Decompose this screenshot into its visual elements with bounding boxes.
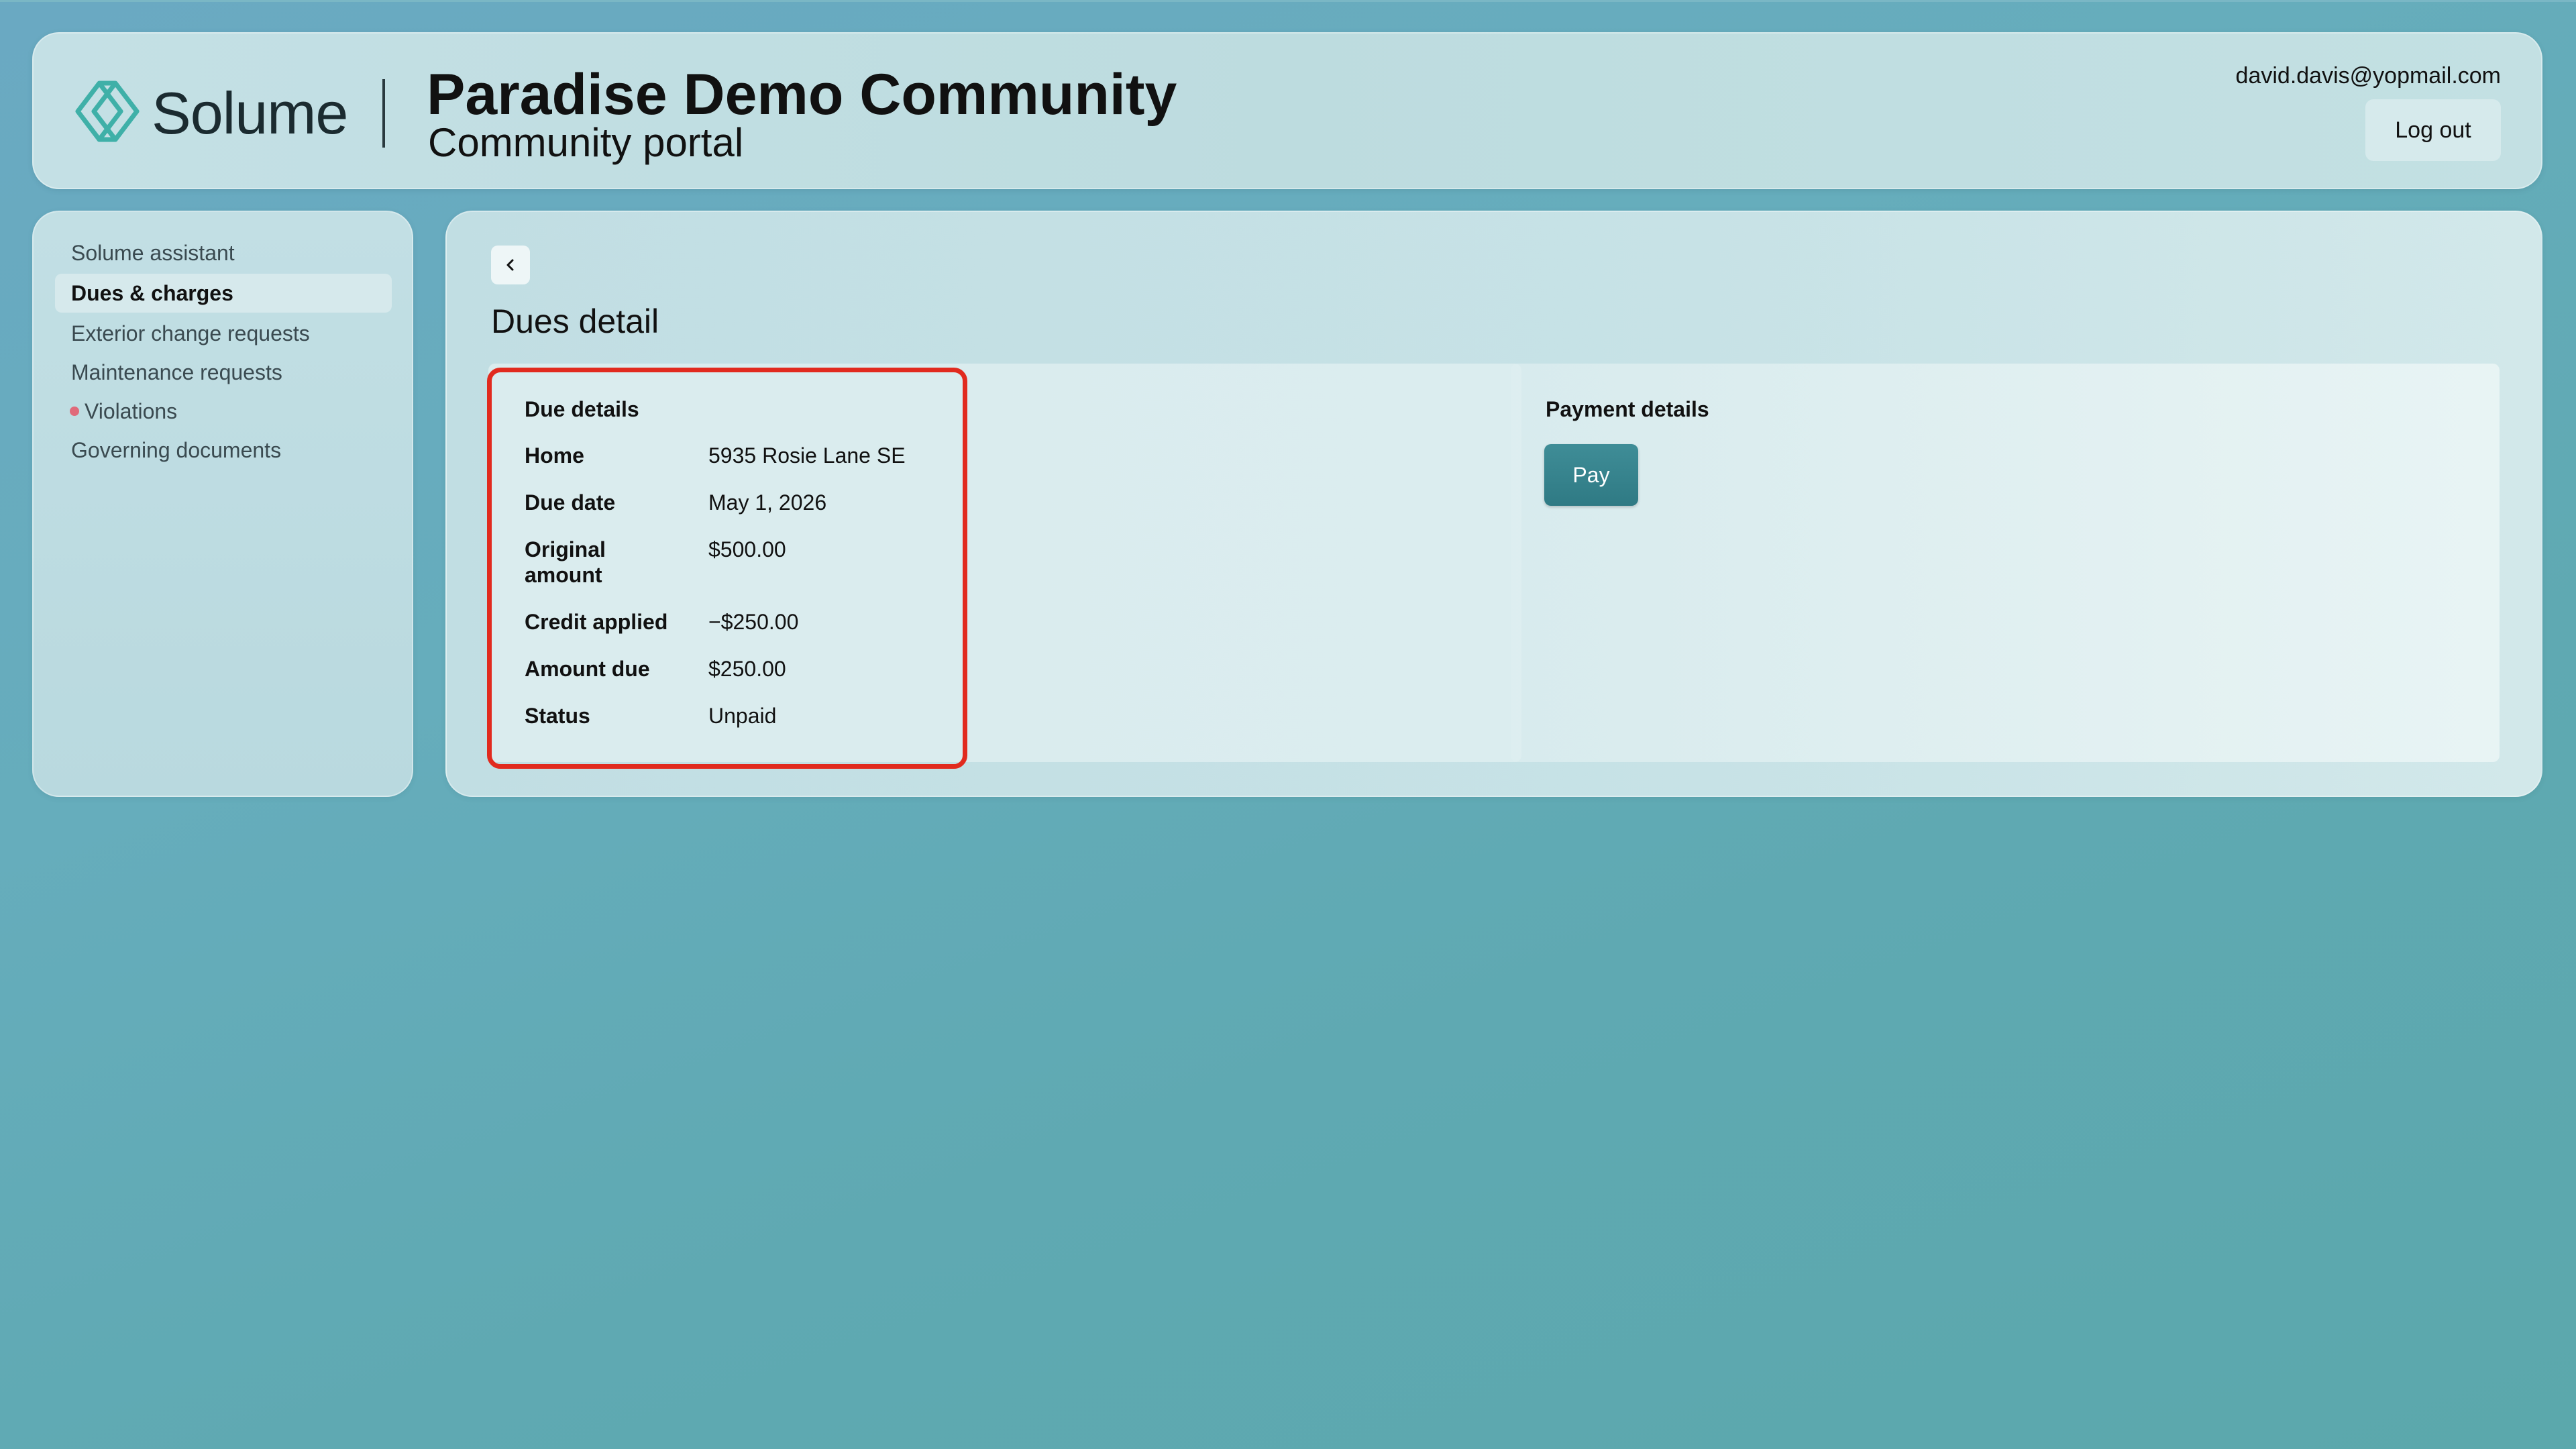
sidebar-item-solume-assistant[interactable]: Solume assistant — [55, 233, 392, 272]
window-top-strip — [0, 0, 2576, 2]
page-title: Dues detail — [491, 303, 659, 340]
sidebar-item-label: Governing documents — [71, 437, 282, 462]
community-title: Paradise Demo Community — [427, 62, 1177, 127]
chevron-left-icon — [506, 259, 514, 271]
sidebar-item-maintenance-requests[interactable]: Maintenance requests — [55, 353, 392, 392]
sidebar-item-label: Maintenance requests — [71, 360, 282, 384]
sidebar-item-violations[interactable]: Violations — [55, 392, 392, 431]
sidebar-item-label: Exterior change requests — [71, 321, 310, 345]
user-email: david.davis@yopmail.com — [2235, 63, 2501, 89]
header-divider — [382, 79, 385, 148]
sidebar-item-label: Dues & charges — [71, 280, 233, 305]
due-details-highlight — [487, 368, 967, 769]
brand-name: Solume — [152, 80, 348, 146]
sidebar-item-governing-documents[interactable]: Governing documents — [55, 431, 392, 470]
portal-subtitle: Community portal — [428, 120, 744, 165]
solume-logo-icon — [75, 80, 140, 142]
logout-button[interactable]: Log out — [2365, 99, 2501, 161]
app-header: Solume Paradise Demo Community Community… — [32, 32, 2542, 189]
sidebar-item-exterior-change-requests[interactable]: Exterior change requests — [55, 314, 392, 353]
payment-details-card — [1511, 364, 2500, 762]
main-panel: Dues detail Due details Home 5935 Rosie … — [445, 211, 2542, 797]
back-button[interactable] — [491, 246, 530, 284]
sidebar-item-label: Solume assistant — [71, 240, 235, 265]
payment-details-heading: Payment details — [1546, 397, 1709, 421]
pay-button[interactable]: Pay — [1544, 444, 1638, 506]
alert-dot-icon — [70, 407, 79, 416]
sidebar-nav: Solume assistant Dues & charges Exterior… — [32, 211, 413, 797]
sidebar-item-label: Violations — [85, 398, 178, 423]
sidebar-item-dues-charges[interactable]: Dues & charges — [55, 274, 392, 313]
